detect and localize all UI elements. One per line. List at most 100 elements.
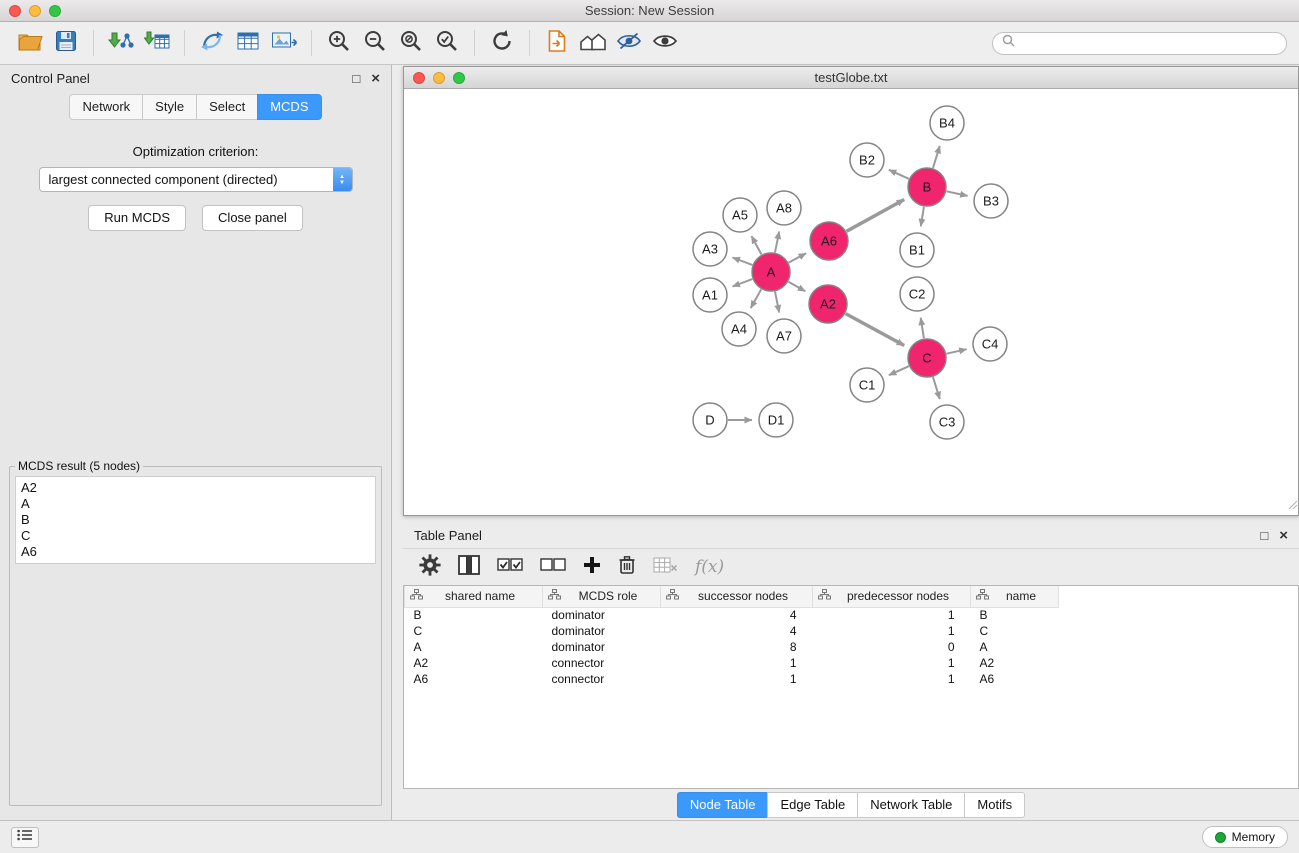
- graph-edge-A-A6[interactable]: [789, 253, 807, 262]
- graph-node-A7[interactable]: A7: [767, 319, 801, 353]
- column-header-successor-nodes[interactable]: successor nodes: [661, 586, 813, 607]
- graph-node-B1[interactable]: B1: [900, 233, 934, 267]
- graph-node-D1[interactable]: D1: [759, 403, 793, 437]
- table-cell[interactable]: 1: [813, 655, 971, 671]
- graph-node-A2[interactable]: A2: [809, 285, 847, 323]
- table-cell[interactable]: C: [405, 623, 543, 639]
- graph-edge-B-B2[interactable]: [889, 170, 909, 179]
- graph-node-A5[interactable]: A5: [723, 198, 757, 232]
- graph-node-C2[interactable]: C2: [900, 277, 934, 311]
- zoom-selected-button[interactable]: [429, 27, 465, 59]
- hide-graphics-details-button[interactable]: [611, 27, 647, 59]
- table-cell[interactable]: 4: [661, 607, 813, 623]
- save-session-button[interactable]: [48, 27, 84, 59]
- network-canvas[interactable]: B4B2BB3A8A5A6A3B1AC2A1A2A4A7C4CC1DD1C3: [404, 89, 1298, 515]
- export-image-button[interactable]: [266, 27, 302, 59]
- node-table-container[interactable]: shared nameMCDS rolesuccessor nodesprede…: [403, 585, 1299, 789]
- open-file-button[interactable]: [539, 27, 575, 59]
- network-zoom-icon[interactable]: [453, 72, 465, 84]
- graph-node-A[interactable]: A: [752, 253, 790, 291]
- table-row[interactable]: Cdominator41C: [405, 623, 1059, 639]
- table-cell[interactable]: 1: [661, 655, 813, 671]
- mcds-result-item[interactable]: A6: [21, 544, 370, 560]
- search-input[interactable]: [1020, 36, 1277, 50]
- zoom-in-button[interactable]: [321, 27, 357, 59]
- search-field[interactable]: [992, 32, 1287, 55]
- import-network-button[interactable]: [103, 27, 139, 59]
- table-cell[interactable]: B: [971, 607, 1059, 623]
- close-panel-icon[interactable]: ×: [371, 72, 380, 85]
- graph-node-D[interactable]: D: [693, 403, 727, 437]
- graph-node-A4[interactable]: A4: [722, 312, 756, 346]
- table-row[interactable]: Bdominator41B: [405, 607, 1059, 623]
- table-cell[interactable]: A2: [971, 655, 1059, 671]
- table-settings-button[interactable]: [419, 554, 441, 581]
- network-graph[interactable]: B4B2BB3A8A5A6A3B1AC2A1A2A4A7C4CC1DD1C3: [404, 89, 1298, 515]
- close-window-icon[interactable]: [9, 5, 21, 17]
- graph-edge-A-A1[interactable]: [733, 279, 753, 286]
- tab-node-table[interactable]: Node Table: [677, 792, 768, 818]
- table-cell[interactable]: A: [405, 639, 543, 655]
- network-overview-button[interactable]: [575, 27, 611, 59]
- graph-node-C4[interactable]: C4: [973, 327, 1007, 361]
- zoom-out-button[interactable]: [357, 27, 393, 59]
- open-session-button[interactable]: [12, 27, 48, 59]
- table-cell[interactable]: dominator: [543, 623, 661, 639]
- tab-network-table[interactable]: Network Table: [857, 792, 964, 818]
- graph-edge-B-B1[interactable]: [921, 207, 924, 227]
- import-table-button[interactable]: [139, 27, 175, 59]
- table-cell[interactable]: A2: [405, 655, 543, 671]
- graph-node-C3[interactable]: C3: [930, 405, 964, 439]
- table-cell[interactable]: A6: [405, 671, 543, 687]
- select-columns-button[interactable]: [458, 555, 480, 580]
- show-panels-button[interactable]: [11, 827, 39, 848]
- table-cell[interactable]: connector: [543, 655, 661, 671]
- tab-select[interactable]: Select: [196, 94, 257, 120]
- table-cell[interactable]: A: [971, 639, 1059, 655]
- criterion-dropdown[interactable]: largest connected component (directed) ▲…: [39, 167, 353, 192]
- graph-node-A8[interactable]: A8: [767, 191, 801, 225]
- mcds-result-item[interactable]: B: [21, 512, 370, 528]
- column-header-predecessor-nodes[interactable]: predecessor nodes: [813, 586, 971, 607]
- graph-node-B2[interactable]: B2: [850, 143, 884, 177]
- table-cell[interactable]: 4: [661, 623, 813, 639]
- tab-motifs[interactable]: Motifs: [964, 792, 1025, 818]
- table-cell[interactable]: 1: [813, 671, 971, 687]
- table-row[interactable]: Adominator80A: [405, 639, 1059, 655]
- graph-edge-B-B4[interactable]: [933, 146, 940, 168]
- graph-edge-A-A7[interactable]: [775, 292, 779, 313]
- float-panel-icon[interactable]: □: [352, 72, 360, 85]
- graph-edge-A-A3[interactable]: [733, 258, 753, 265]
- apply-layout-button[interactable]: [484, 27, 520, 59]
- graph-node-C1[interactable]: C1: [850, 368, 884, 402]
- graph-node-B[interactable]: B: [908, 168, 946, 206]
- select-all-button[interactable]: [497, 557, 523, 578]
- graph-node-C[interactable]: C: [908, 339, 946, 377]
- graph-edge-C-C1[interactable]: [889, 366, 909, 375]
- table-cell[interactable]: A6: [971, 671, 1059, 687]
- table-cell[interactable]: B: [405, 607, 543, 623]
- table-cell[interactable]: connector: [543, 671, 661, 687]
- graph-edge-A6-B[interactable]: [847, 200, 905, 232]
- network-minimize-icon[interactable]: [433, 72, 445, 84]
- graph-edge-B-B3[interactable]: [947, 191, 968, 196]
- zoom-fit-button[interactable]: [393, 27, 429, 59]
- graph-edge-A-A5[interactable]: [752, 236, 762, 254]
- tab-style[interactable]: Style: [142, 94, 196, 120]
- tab-edge-table[interactable]: Edge Table: [767, 792, 857, 818]
- deselect-all-button[interactable]: [540, 557, 566, 578]
- graph-edge-A-A2[interactable]: [788, 282, 805, 292]
- table-cell[interactable]: dominator: [543, 639, 661, 655]
- table-cell[interactable]: C: [971, 623, 1059, 639]
- column-header-shared-name[interactable]: shared name: [405, 586, 543, 607]
- mcds-result-list[interactable]: A2ABCA6: [15, 476, 376, 564]
- graph-edge-A2-C[interactable]: [846, 314, 905, 346]
- close-panel-button[interactable]: Close panel: [202, 205, 303, 231]
- table-cell[interactable]: 1: [813, 623, 971, 639]
- new-table-button[interactable]: [230, 27, 266, 59]
- zoom-window-icon[interactable]: [49, 5, 61, 17]
- graph-edge-C-C3[interactable]: [933, 377, 940, 399]
- column-header-name[interactable]: name: [971, 586, 1059, 607]
- column-header-MCDS-role[interactable]: MCDS role: [543, 586, 661, 607]
- network-close-icon[interactable]: [413, 72, 425, 84]
